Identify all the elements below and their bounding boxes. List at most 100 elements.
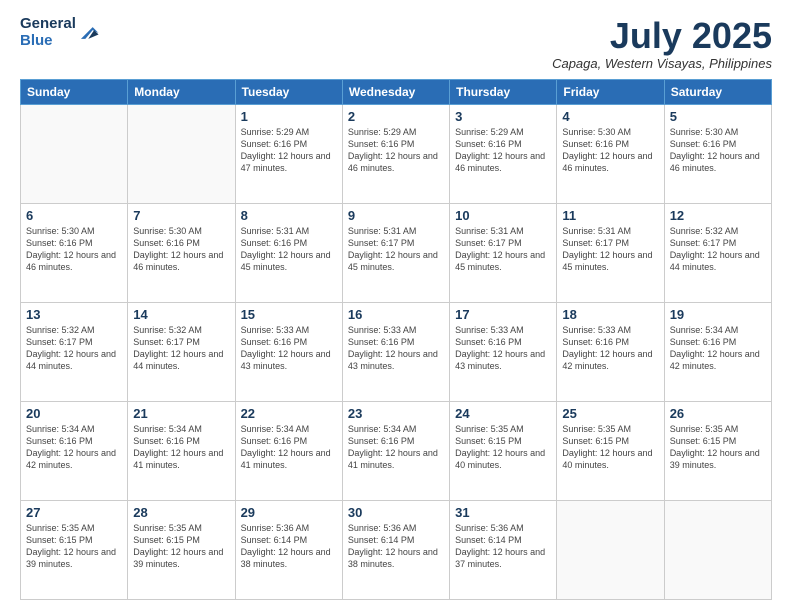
page: General Blue July 2025 Capaga, Western V… [0,0,792,612]
calendar-cell: 14 Sunrise: 5:32 AMSunset: 6:17 PMDayligh… [128,302,235,401]
day-info: Sunrise: 5:33 AMSunset: 6:16 PMDaylight:… [348,324,444,373]
calendar-cell: 6 Sunrise: 5:30 AMSunset: 6:16 PMDaylight… [21,203,128,302]
day-number: 21 [133,406,229,421]
day-number: 28 [133,505,229,520]
day-number: 14 [133,307,229,322]
day-info: Sunrise: 5:34 AMSunset: 6:16 PMDaylight:… [133,423,229,472]
calendar-cell: 4 Sunrise: 5:30 AMSunset: 6:16 PMDaylight… [557,104,664,203]
calendar-cell: 9Sunrise: 5:31 AMSunset: 6:17 PMDaylight… [342,203,449,302]
day-number: 29 [241,505,337,520]
day-number: 24 [455,406,551,421]
day-info: Sunrise: 5:33 AMSunset: 6:16 PMDaylight:… [241,324,337,373]
calendar-cell: 25Sunrise: 5:35 AMSunset: 6:15 PMDayligh… [557,401,664,500]
location: Capaga, Western Visayas, Philippines [552,56,772,71]
day-info: Sunrise: 5:29 AMSunset: 6:16 PMDaylight:… [241,126,337,175]
day-number: 8 [241,208,337,223]
calendar-cell: 21 Sunrise: 5:34 AMSunset: 6:16 PMDayligh… [128,401,235,500]
day-number: 4 [562,109,658,124]
day-info: Sunrise: 5:31 AMSunset: 6:17 PMDaylight:… [348,225,444,274]
day-info: Sunrise: 5:30 AMSunset: 6:16 PMDaylight:… [670,126,766,175]
calendar-week-row: 13 Sunrise: 5:32 AMSunset: 6:17 PMDayligh… [21,302,772,401]
logo-line2: Blue [20,32,53,49]
day-number: 30 [348,505,444,520]
calendar-cell: 1 Sunrise: 5:29 AMSunset: 6:16 PMDaylight… [235,104,342,203]
calendar-cell: 17 Sunrise: 5:33 AMSunset: 6:16 PMDayligh… [450,302,557,401]
calendar-cell: 22Sunrise: 5:34 AMSunset: 6:16 PMDayligh… [235,401,342,500]
calendar-cell [128,104,235,203]
calendar-cell [557,500,664,599]
calendar-cell: 24 Sunrise: 5:35 AMSunset: 6:15 PMDayligh… [450,401,557,500]
day-info: Sunrise: 5:34 AMSunset: 6:16 PMDaylight:… [348,423,444,472]
day-info: Sunrise: 5:36 AMSunset: 6:14 PMDaylight:… [241,522,337,571]
day-number: 3 [455,109,551,124]
calendar-cell: 3 Sunrise: 5:29 AMSunset: 6:16 PMDaylight… [450,104,557,203]
day-info: Sunrise: 5:30 AMSunset: 6:16 PMDaylight:… [133,225,229,274]
calendar-cell: 28Sunrise: 5:35 AMSunset: 6:15 PMDayligh… [128,500,235,599]
day-number: 16 [348,307,444,322]
logo-icon [78,22,100,44]
day-info: Sunrise: 5:29 AMSunset: 6:16 PMDaylight:… [455,126,551,175]
day-info: Sunrise: 5:33 AMSunset: 6:16 PMDaylight:… [455,324,551,373]
weekday-header: Wednesday [342,79,449,104]
header: General Blue July 2025 Capaga, Western V… [20,16,772,71]
calendar-cell: 27 Sunrise: 5:35 AMSunset: 6:15 PMDayligh… [21,500,128,599]
day-info: Sunrise: 5:31 AMSunset: 6:17 PMDaylight:… [562,225,658,274]
calendar-cell: 29 Sunrise: 5:36 AMSunset: 6:14 PMDayligh… [235,500,342,599]
calendar-cell: 12 Sunrise: 5:32 AMSunset: 6:17 PMDayligh… [664,203,771,302]
calendar-week-row: 27 Sunrise: 5:35 AMSunset: 6:15 PMDayligh… [21,500,772,599]
day-info: Sunrise: 5:32 AMSunset: 6:17 PMDaylight:… [133,324,229,373]
calendar-cell: 11 Sunrise: 5:31 AMSunset: 6:17 PMDayligh… [557,203,664,302]
day-number: 6 [26,208,122,223]
calendar-cell: 26Sunrise: 5:35 AMSunset: 6:15 PMDayligh… [664,401,771,500]
day-info: Sunrise: 5:30 AMSunset: 6:16 PMDaylight:… [562,126,658,175]
day-info: Sunrise: 5:29 AMSunset: 6:16 PMDaylight:… [348,126,444,175]
day-number: 12 [670,208,766,223]
calendar-cell: 13 Sunrise: 5:32 AMSunset: 6:17 PMDayligh… [21,302,128,401]
day-number: 11 [562,208,658,223]
calendar-cell: 18 Sunrise: 5:33 AMSunset: 6:16 PMDayligh… [557,302,664,401]
day-info: Sunrise: 5:35 AMSunset: 6:15 PMDaylight:… [455,423,551,472]
weekday-header: Tuesday [235,79,342,104]
calendar-cell: 16 Sunrise: 5:33 AMSunset: 6:16 PMDayligh… [342,302,449,401]
calendar-week-row: 1 Sunrise: 5:29 AMSunset: 6:16 PMDaylight… [21,104,772,203]
day-number: 7 [133,208,229,223]
day-info: Sunrise: 5:31 AMSunset: 6:16 PMDaylight:… [241,225,337,274]
calendar-cell: 8 Sunrise: 5:31 AMSunset: 6:16 PMDaylight… [235,203,342,302]
day-info: Sunrise: 5:30 AMSunset: 6:16 PMDaylight:… [26,225,122,274]
day-number: 19 [670,307,766,322]
day-number: 27 [26,505,122,520]
day-info: Sunrise: 5:34 AMSunset: 6:16 PMDaylight:… [670,324,766,373]
calendar-cell: 7 Sunrise: 5:30 AMSunset: 6:16 PMDaylight… [128,203,235,302]
day-number: 10 [455,208,551,223]
calendar-cell [664,500,771,599]
day-number: 17 [455,307,551,322]
calendar-cell: 2 Sunrise: 5:29 AMSunset: 6:16 PMDaylight… [342,104,449,203]
logo-text: General Blue [20,16,76,49]
calendar-cell: 30 Sunrise: 5:36 AMSunset: 6:14 PMDayligh… [342,500,449,599]
day-number: 13 [26,307,122,322]
day-info: Sunrise: 5:36 AMSunset: 6:14 PMDaylight:… [348,522,444,571]
calendar-cell: 31 Sunrise: 5:36 AMSunset: 6:14 PMDayligh… [450,500,557,599]
day-info: Sunrise: 5:32 AMSunset: 6:17 PMDaylight:… [670,225,766,274]
calendar-cell: 20Sunrise: 5:34 AMSunset: 6:16 PMDayligh… [21,401,128,500]
title-block: July 2025 Capaga, Western Visayas, Phili… [552,16,772,71]
day-number: 18 [562,307,658,322]
calendar-table: SundayMondayTuesdayWednesdayThursdayFrid… [20,79,772,600]
calendar-header-row: SundayMondayTuesdayWednesdayThursdayFrid… [21,79,772,104]
day-number: 31 [455,505,551,520]
day-info: Sunrise: 5:32 AMSunset: 6:17 PMDaylight:… [26,324,122,373]
calendar-week-row: 6 Sunrise: 5:30 AMSunset: 6:16 PMDaylight… [21,203,772,302]
weekday-header: Monday [128,79,235,104]
day-number: 2 [348,109,444,124]
day-info: Sunrise: 5:36 AMSunset: 6:14 PMDaylight:… [455,522,551,571]
calendar-cell: 15Sunrise: 5:33 AMSunset: 6:16 PMDayligh… [235,302,342,401]
calendar-cell: 23Sunrise: 5:34 AMSunset: 6:16 PMDayligh… [342,401,449,500]
weekday-header: Friday [557,79,664,104]
day-number: 5 [670,109,766,124]
day-info: Sunrise: 5:33 AMSunset: 6:16 PMDaylight:… [562,324,658,373]
day-info: Sunrise: 5:35 AMSunset: 6:15 PMDaylight:… [26,522,122,571]
day-info: Sunrise: 5:34 AMSunset: 6:16 PMDaylight:… [26,423,122,472]
day-number: 1 [241,109,337,124]
day-number: 22 [241,406,337,421]
day-info: Sunrise: 5:35 AMSunset: 6:15 PMDaylight:… [670,423,766,472]
